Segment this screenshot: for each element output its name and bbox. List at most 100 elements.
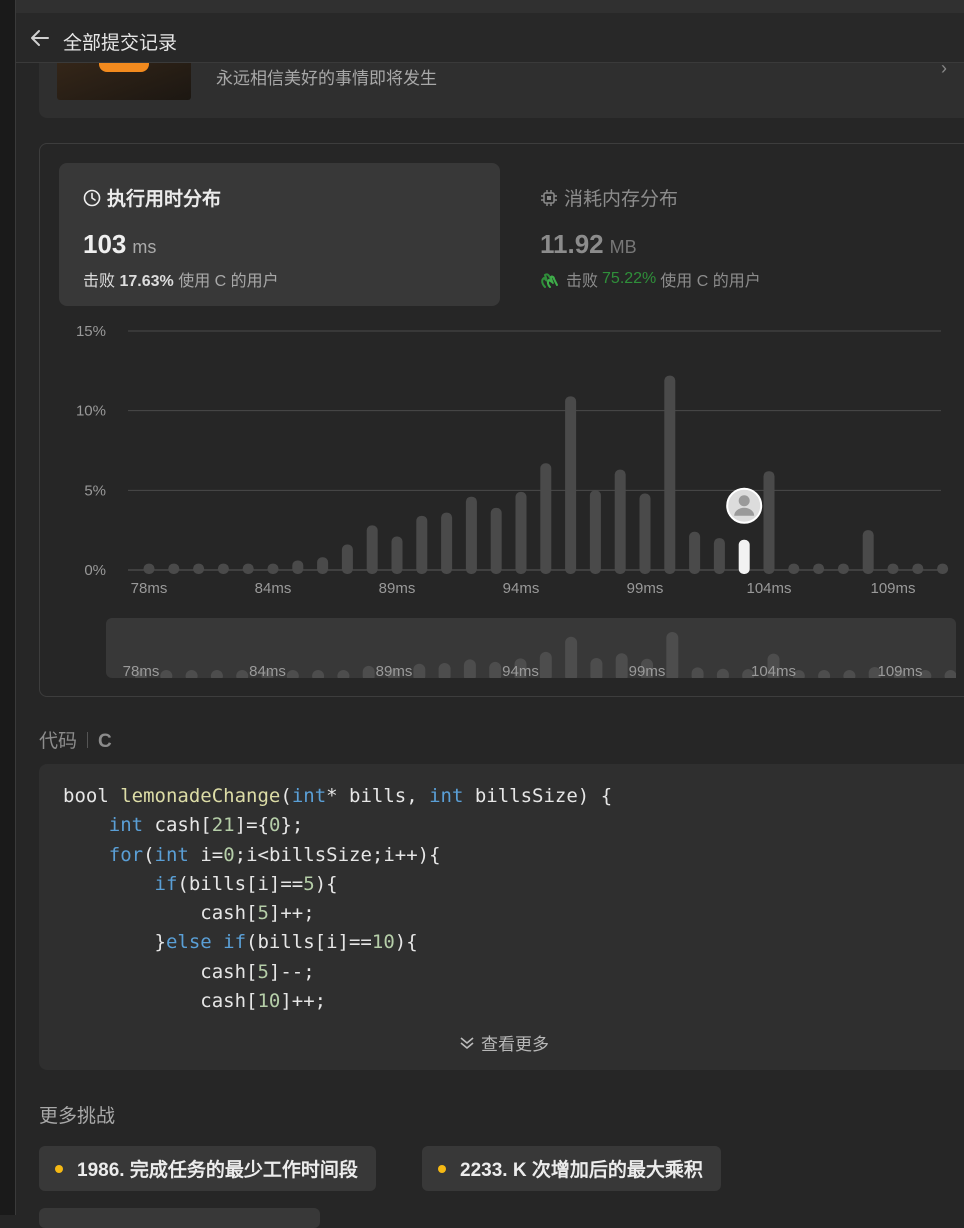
difficulty-dot bbox=[438, 1164, 446, 1173]
bar-current-submission bbox=[738, 539, 750, 574]
bar bbox=[689, 531, 701, 574]
navigator-tick-label: 99ms bbox=[629, 663, 666, 678]
bar bbox=[515, 491, 527, 574]
code-text: ;i<billsSize;i++){ bbox=[234, 843, 441, 866]
runtime-heading-text: 执行用时分布 bbox=[107, 189, 222, 210]
challenge-title: 1986. 完成任务的最少工作时间段 bbox=[77, 1160, 358, 1181]
code-line: cash[5]++; bbox=[63, 899, 612, 928]
navigator-tick-label: 89ms bbox=[376, 663, 413, 678]
memory-beat-prefix: 击败 bbox=[566, 273, 599, 290]
bar bbox=[937, 563, 949, 574]
runtime-beat-suffix: 使用 C 的用户 bbox=[178, 273, 279, 290]
code-line: bool lemonadeChange(int* bills, int bill… bbox=[63, 782, 612, 811]
code-content: bool lemonadeChange(int* bills, int bill… bbox=[63, 782, 612, 1016]
runtime-value: 103 bbox=[83, 229, 127, 259]
code-number: 0 bbox=[268, 814, 281, 837]
code-text: ]++; bbox=[268, 902, 315, 925]
bar bbox=[366, 525, 378, 574]
bar bbox=[267, 563, 279, 574]
code-text: bool bbox=[63, 785, 121, 807]
more-challenges-title: 更多挑战 bbox=[39, 1106, 116, 1127]
navigator-tick-label: 94ms bbox=[502, 663, 539, 678]
arrow-left-icon[interactable] bbox=[28, 26, 52, 50]
code-text: cash[ bbox=[63, 902, 258, 925]
bar bbox=[713, 538, 725, 574]
code-number: 5 bbox=[257, 902, 269, 925]
navigator-bar bbox=[413, 663, 426, 678]
code-text: ( bbox=[280, 785, 292, 807]
challenge-title: 2233. K 次增加后的最大乘积 bbox=[460, 1160, 703, 1181]
code-keyword: int bbox=[291, 785, 327, 807]
code-number: 5 bbox=[257, 960, 269, 983]
memory-card[interactable]: 消耗内存分布 11.92 MB 击败 75.22% 使用 C 的用户 bbox=[522, 163, 942, 306]
code-line: int cash[21]={0}; bbox=[63, 811, 612, 840]
bar bbox=[614, 469, 626, 574]
code-block[interactable]: bool lemonadeChange(int* bills, int bill… bbox=[39, 764, 964, 1070]
navigator-tick-label: 84ms bbox=[249, 663, 286, 678]
bar bbox=[490, 507, 502, 574]
difficulty-dot bbox=[55, 1164, 63, 1173]
navigator-bar bbox=[362, 665, 375, 678]
show-more-button[interactable]: 查看更多 bbox=[459, 1030, 549, 1055]
code-number: 21 bbox=[211, 814, 235, 837]
code-text: ){ bbox=[314, 872, 338, 895]
clock-icon bbox=[83, 189, 101, 206]
navigator-bar bbox=[666, 632, 679, 678]
code-keyword: if bbox=[154, 872, 178, 895]
x-tick-label: 78ms bbox=[131, 580, 168, 597]
code-keyword: int bbox=[429, 785, 464, 807]
memory-unit: MB bbox=[609, 237, 637, 257]
bar bbox=[317, 557, 329, 574]
code-text: }; bbox=[280, 814, 304, 837]
challenge-chip-3[interactable] bbox=[39, 1208, 320, 1228]
bar bbox=[664, 375, 676, 574]
code-keyword: int bbox=[108, 814, 144, 837]
x-tick-label: 109ms bbox=[870, 580, 915, 597]
code-section-label: 代码 C bbox=[39, 726, 112, 753]
code-text: ]--; bbox=[268, 960, 315, 983]
navigator-tick-label: 78ms bbox=[123, 663, 160, 678]
code-keyword: for bbox=[108, 843, 144, 866]
memory-beat-pct: 75.22% bbox=[602, 270, 657, 287]
code-text: * bills, bbox=[326, 785, 430, 807]
runtime-heading: 执行用时分布 bbox=[83, 184, 221, 211]
y-tick-label: 5% bbox=[84, 482, 106, 499]
code-text: ]++; bbox=[280, 990, 327, 1013]
bar bbox=[441, 512, 453, 574]
label-divider bbox=[87, 732, 89, 748]
code-keyword: int bbox=[154, 843, 189, 866]
bar bbox=[341, 544, 353, 574]
bar bbox=[813, 563, 825, 574]
bar bbox=[639, 493, 651, 574]
runtime-value-block: 103 ms bbox=[83, 229, 156, 260]
code-number: 0 bbox=[223, 843, 235, 866]
bar bbox=[540, 463, 552, 574]
bar bbox=[788, 563, 800, 574]
all-submissions-link[interactable]: 全部提交记录 bbox=[63, 28, 177, 55]
navigator-bar bbox=[463, 659, 476, 678]
bar bbox=[565, 396, 577, 574]
double-chevron-down-icon bbox=[460, 1036, 474, 1049]
navigator-bar bbox=[590, 657, 603, 678]
code-text: cash[ bbox=[143, 814, 212, 837]
y-tick-label: 0% bbox=[84, 562, 106, 579]
challenge-chip-2[interactable]: 2233. K 次增加后的最大乘积 bbox=[422, 1146, 721, 1191]
y-tick-label: 10% bbox=[76, 403, 106, 420]
code-line: }else if(bills[i]==10){ bbox=[63, 928, 612, 957]
code-text: ( bbox=[143, 843, 155, 866]
code-number: 10 bbox=[257, 990, 281, 1013]
memory-heading-text: 消耗内存分布 bbox=[564, 189, 679, 210]
challenge-chip-1[interactable]: 1986. 完成任务的最少工作时间段 bbox=[39, 1146, 376, 1191]
chart-range-navigator[interactable]: 78ms 84ms 89ms 94ms 99ms 104ms 109ms bbox=[106, 618, 956, 678]
code-line: cash[5]--; bbox=[63, 958, 612, 987]
code-text: cash[ bbox=[63, 960, 258, 983]
avatar-head bbox=[738, 495, 750, 507]
show-more-label: 查看更多 bbox=[481, 1035, 549, 1054]
code-number: 10 bbox=[371, 931, 395, 954]
code-text: ){ bbox=[394, 931, 418, 954]
navigator-tick-label: 104ms bbox=[751, 663, 796, 678]
runtime-card[interactable]: 执行用时分布 103 ms 击败 17.63% 使用 C 的用户 bbox=[59, 163, 500, 306]
code-label-text: 代码 bbox=[39, 731, 78, 752]
